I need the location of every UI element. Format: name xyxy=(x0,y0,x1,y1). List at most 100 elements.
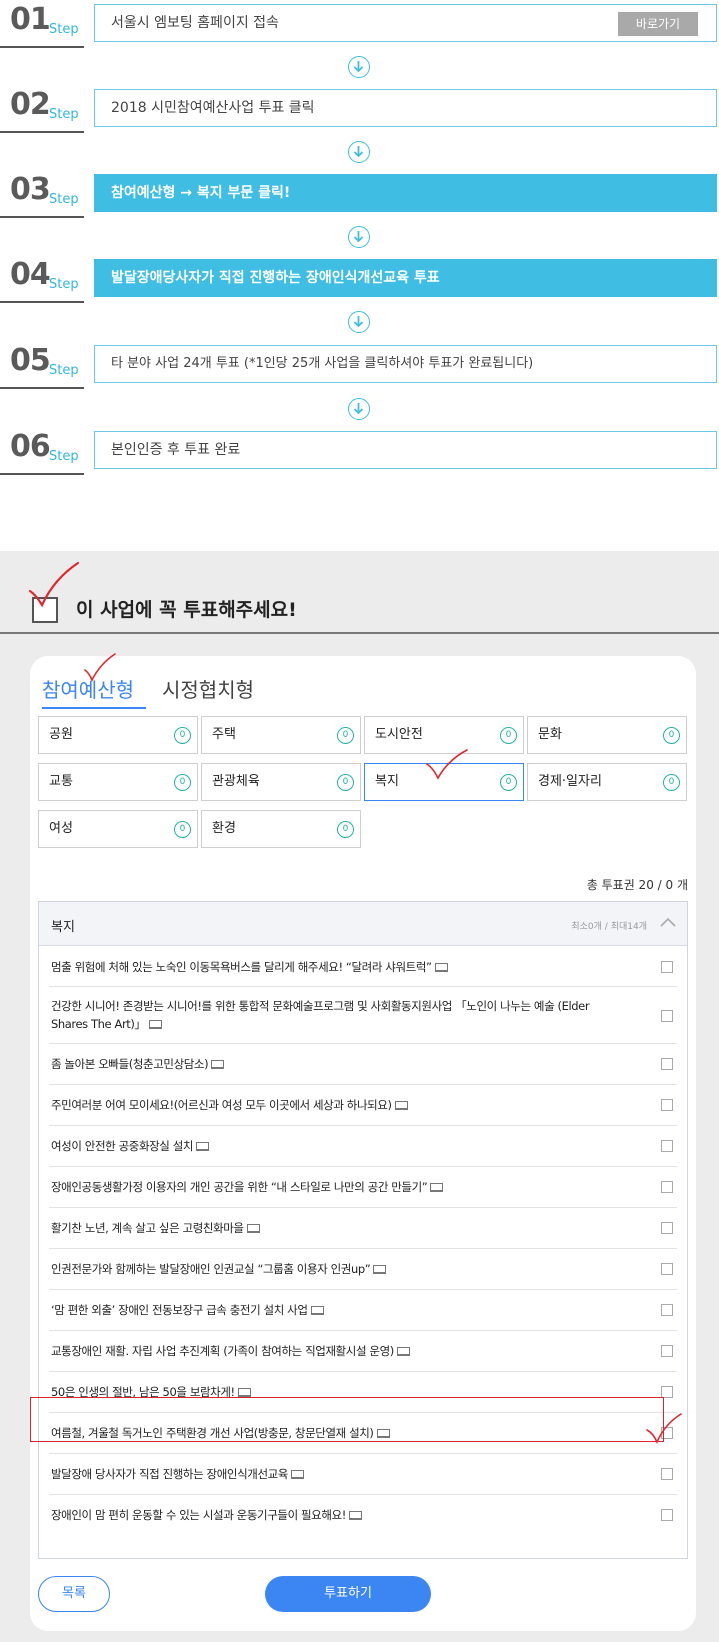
vote-button[interactable]: 투표하기 xyxy=(265,1576,431,1612)
item-title: 좀 놀아본 오빠들(청춘고민상담소) xyxy=(51,1057,209,1071)
step-number: 02 xyxy=(10,87,51,122)
category-housing[interactable]: 주택 0 xyxy=(201,716,361,754)
item-checkbox[interactable] xyxy=(661,1099,673,1111)
category-park[interactable]: 공원 0 xyxy=(38,716,198,754)
item-checkbox[interactable] xyxy=(661,1010,673,1022)
step-2: 02 Step 2018 시민참여예산사업 투표 클릭 xyxy=(0,87,719,133)
item-checkbox[interactable] xyxy=(661,1427,673,1439)
step-box: 타 분야 사업 24개 투표 (*1인당 25개 사업을 클릭하셔야 투표가 완… xyxy=(94,345,717,383)
document-icon[interactable] xyxy=(396,1347,410,1356)
category-culture[interactable]: 문화 0 xyxy=(527,716,687,754)
document-icon[interactable] xyxy=(211,1060,225,1069)
list-category-title: 복지 xyxy=(51,920,75,935)
document-icon[interactable] xyxy=(148,1020,162,1029)
category-welfare[interactable]: 복지 0 xyxy=(364,763,524,801)
vote-title: 이 사업에 꼭 투표해주세요! xyxy=(76,599,297,621)
step-underline xyxy=(0,301,84,303)
step-1: 01 Step 서울시 엠보팅 홈페이지 접속 바로가기 xyxy=(0,2,719,48)
document-icon[interactable] xyxy=(434,963,448,972)
document-icon[interactable] xyxy=(348,1511,362,1520)
item-checkbox[interactable] xyxy=(661,1181,673,1193)
document-icon[interactable] xyxy=(310,1306,324,1315)
category-count: 0 xyxy=(663,727,680,744)
document-icon[interactable] xyxy=(196,1142,210,1151)
arrow-down-icon xyxy=(348,311,370,333)
step-5: 05 Step 타 분야 사업 24개 투표 (*1인당 25개 사업을 클릭하… xyxy=(0,343,719,389)
category-count: 0 xyxy=(337,774,354,791)
list-item[interactable]: 장애인이 맘 편히 운동할 수 있는 시설과 운동기구들이 필요해요! xyxy=(49,1495,677,1536)
list-item[interactable]: 50은 인생의 절반, 남은 50을 보람차게! xyxy=(49,1372,677,1413)
item-title: 활기찬 노년, 계속 살고 싶은 고령친화마을 xyxy=(51,1221,244,1235)
list-item[interactable]: 활기찬 노년, 계속 살고 싶은 고령친화마을 xyxy=(49,1208,677,1249)
document-icon[interactable] xyxy=(290,1470,304,1479)
step-text: 발달장애당사자가 직접 진행하는 장애인식개선교육 투표 xyxy=(111,270,440,286)
document-icon[interactable] xyxy=(376,1429,390,1438)
category-tourism-sports[interactable]: 관광체육 0 xyxy=(201,763,361,801)
step-label: Step xyxy=(49,107,79,122)
category-urban-safety[interactable]: 도시안전 0 xyxy=(364,716,524,754)
item-checkbox[interactable] xyxy=(661,1509,673,1521)
item-title: 장애인이 맘 편히 운동할 수 있는 시설과 운동기구들이 필요해요! xyxy=(51,1508,346,1522)
item-checkbox[interactable] xyxy=(661,1345,673,1357)
item-title: 장애인공동생활가정 이용자의 개인 공간을 위한 “내 스타일로 나만의 공간 … xyxy=(51,1180,428,1194)
list-item[interactable]: 좀 놀아본 오빠들(청춘고민상담소) xyxy=(49,1044,677,1085)
list-item[interactable]: 멈출 위험에 처해 있는 노숙인 이동목욕버스를 달리게 해주세요! “달려라 … xyxy=(49,946,677,987)
list-item[interactable]: 여성이 안전한 공중화장실 설치 xyxy=(49,1126,677,1167)
item-checkbox[interactable] xyxy=(661,1468,673,1480)
list-item[interactable]: 주민여러분 어여 모이세요!(어르신과 여성 모두 이곳에서 세상과 하나되요) xyxy=(49,1085,677,1126)
list-item[interactable]: ‘맘 편한 외출’ 장애인 전동보장구 급속 충전기 설치 사업 xyxy=(49,1290,677,1331)
category-count: 0 xyxy=(500,727,517,744)
tab-participation-budget[interactable]: 참여예산형 xyxy=(42,674,134,703)
item-checkbox[interactable] xyxy=(661,1263,673,1275)
document-icon[interactable] xyxy=(430,1183,444,1192)
item-checkbox[interactable] xyxy=(661,1140,673,1152)
document-icon[interactable] xyxy=(373,1265,387,1274)
list-item[interactable]: 인권전문가와 함께하는 발달장애인 인권교실 “그룹홈 이용자 인권up” xyxy=(49,1249,677,1290)
step-underline xyxy=(0,387,84,389)
vote-card: 참여예산형 시정협치형 공원 0 주택 0 도시안전 0 문화 0 교통 0 관광체육 0 … xyxy=(30,656,696,1631)
category-women[interactable]: 여성 0 xyxy=(38,810,198,848)
list-item[interactable]: 교통장애인 재활. 자립 사업 추진계획 (가족이 참여하는 직업재활시설 운영… xyxy=(49,1331,677,1372)
item-checkbox[interactable] xyxy=(661,961,673,973)
project-list: 복지 최소0개 / 최대14개 멈출 위험에 처해 있는 노숙인 이동목욕버스를… xyxy=(38,901,688,1559)
list-header: 복지 최소0개 / 최대14개 xyxy=(39,902,687,946)
step-text: 서울시 엠보팅 홈페이지 접속 xyxy=(111,15,279,31)
step-text: 2018 시민참여예산사업 투표 클릭 xyxy=(111,100,315,116)
step-box: 서울시 엠보팅 홈페이지 접속 바로가기 xyxy=(94,4,717,42)
document-icon[interactable] xyxy=(237,1388,251,1397)
list-limit: 최소0개 / 최대14개 xyxy=(571,922,647,932)
category-traffic[interactable]: 교통 0 xyxy=(38,763,198,801)
item-title: 멈출 위험에 처해 있는 노숙인 이동목욕버스를 달리게 해주세요! “달려라 … xyxy=(51,960,432,974)
category-label: 관광체육 xyxy=(212,774,260,789)
list-item[interactable]: 건강한 시니어! 존경받는 시니어!를 위한 통합적 문화예술프로그램 및 사회… xyxy=(49,987,677,1044)
chevron-up-icon[interactable] xyxy=(659,916,677,928)
list-button[interactable]: 목록 xyxy=(38,1576,110,1612)
go-button[interactable]: 바로가기 xyxy=(618,12,698,36)
document-icon[interactable] xyxy=(394,1101,408,1110)
step-label: Step xyxy=(49,277,79,292)
item-title: 여름철, 겨울철 독거노인 주택환경 개선 사업(방충문, 창문단열재 설치) xyxy=(51,1426,374,1440)
step-3: 03 Step 참여예산형 → 복지 부문 클릭! xyxy=(0,172,719,218)
item-checkbox[interactable] xyxy=(661,1304,673,1316)
list-item[interactable]: 여름철, 겨울철 독거노인 주택환경 개선 사업(방충문, 창문단열재 설치) xyxy=(49,1413,677,1454)
step-text: 참여예산형 → 복지 부문 클릭! xyxy=(111,185,291,201)
category-count: 0 xyxy=(337,727,354,744)
category-economy-jobs[interactable]: 경제·일자리 0 xyxy=(527,763,687,801)
category-count: 0 xyxy=(337,821,354,838)
category-label: 공원 xyxy=(49,727,73,742)
tab-governance[interactable]: 시정협치형 xyxy=(162,674,254,703)
category-label: 환경 xyxy=(212,821,236,836)
category-environment[interactable]: 환경 0 xyxy=(201,810,361,848)
list-item-highlighted[interactable]: 발달장애 당사자가 직접 진행하는 장애인식개선교육 xyxy=(49,1454,677,1495)
step-number: 06 xyxy=(10,429,51,464)
page: 01 Step 서울시 엠보팅 홈페이지 접속 바로가기 02 Step 201… xyxy=(0,0,719,1642)
arrow-down-icon xyxy=(348,141,370,163)
item-checkbox[interactable] xyxy=(661,1058,673,1070)
vote-section: 이 사업에 꼭 투표해주세요! 참여예산형 시정협치형 공원 0 주택 0 도시안전… xyxy=(0,551,719,1642)
list-item[interactable]: 장애인공동생활가정 이용자의 개인 공간을 위한 “내 스타일로 나만의 공간 … xyxy=(49,1167,677,1208)
item-checkbox[interactable] xyxy=(661,1222,673,1234)
category-label: 문화 xyxy=(538,727,562,742)
item-title: 교통장애인 재활. 자립 사업 추진계획 (가족이 참여하는 직업재활시설 운영… xyxy=(51,1344,394,1358)
item-checkbox[interactable] xyxy=(661,1386,673,1398)
document-icon[interactable] xyxy=(246,1224,260,1233)
